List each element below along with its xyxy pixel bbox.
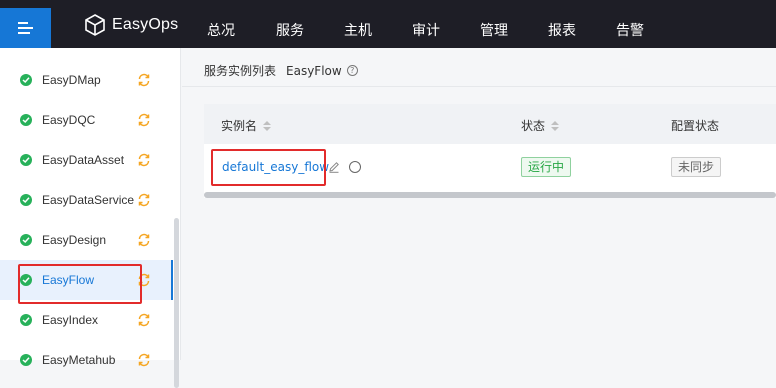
sync-icon[interactable]	[137, 233, 151, 247]
column-header-config-status: 配置状态	[671, 119, 720, 133]
status-badge: 运行中	[521, 157, 572, 177]
sidebar-item-easydqc[interactable]: EasyDQC	[0, 100, 172, 140]
menu-toggle-button[interactable]	[0, 8, 51, 48]
sync-icon[interactable]	[137, 193, 151, 207]
sidebar-item-easydmap[interactable]: EasyDMap	[0, 60, 172, 100]
sort-icon[interactable]	[263, 120, 272, 131]
column-header-instance-name[interactable]: 实例名	[221, 117, 272, 134]
radio-icon[interactable]	[349, 161, 361, 173]
nav-item-host[interactable]: 主机	[344, 20, 372, 40]
nav-item-audit[interactable]: 审计	[412, 20, 440, 40]
sync-icon[interactable]	[137, 73, 151, 87]
check-circle-icon	[20, 114, 32, 126]
sidebar-item-label: EasyDataAsset	[42, 153, 125, 167]
service-sidebar: EasyDMap EasyDQC EasyDataAsset EasyDataS…	[0, 48, 181, 388]
sidebar-item-easydataservice[interactable]: EasyDataService	[0, 180, 172, 220]
nav-item-manage[interactable]: 管理	[480, 20, 508, 40]
sync-icon[interactable]	[137, 153, 151, 167]
sync-icon[interactable]	[137, 353, 151, 367]
table-header: 实例名 状态 配置状态	[204, 104, 776, 144]
sidebar-scrollbar[interactable]	[174, 218, 179, 388]
sync-icon[interactable]	[137, 313, 151, 327]
check-circle-icon	[20, 194, 32, 206]
hamburger-icon	[18, 22, 33, 34]
sidebar-item-easydesign[interactable]: EasyDesign	[0, 220, 172, 260]
nav-item-service[interactable]: 服务	[276, 20, 304, 40]
nav-item-overview[interactable]: 总况	[207, 20, 235, 40]
sync-icon[interactable]	[137, 113, 151, 127]
sidebar-item-label: EasyDQC	[42, 113, 96, 127]
cube-icon	[85, 14, 105, 36]
check-circle-icon	[20, 234, 32, 246]
check-circle-icon	[20, 154, 32, 166]
column-header-status[interactable]: 状态	[521, 117, 560, 134]
top-navigation-bar: EasyOps 总况 服务 主机 审计 管理 报表 告警	[0, 0, 776, 48]
check-circle-icon	[20, 314, 32, 326]
highlight-box-instance	[211, 149, 326, 186]
brand-logo[interactable]: EasyOps	[84, 14, 178, 36]
sidebar-item-label: EasyIndex	[42, 313, 99, 327]
sidebar-item-easyindex[interactable]: EasyIndex	[0, 300, 172, 340]
config-status-badge: 未同步	[671, 157, 722, 177]
sidebar-item-label: EasyDMap	[42, 73, 101, 87]
sort-icon[interactable]	[551, 120, 560, 131]
sidebar-item-label: EasyDesign	[42, 233, 107, 247]
highlight-box-easyflow	[18, 264, 142, 304]
breadcrumb-current: EasyFlow	[286, 63, 342, 78]
nav-item-report[interactable]: 报表	[548, 20, 576, 40]
sidebar-item-label: EasyDataService	[42, 193, 135, 207]
divider	[182, 86, 776, 87]
table-horizontal-scrollbar[interactable]	[204, 192, 776, 198]
brand-name: EasyOps	[112, 16, 179, 33]
check-circle-icon	[20, 74, 32, 86]
edit-icon[interactable]	[328, 161, 340, 173]
breadcrumb-parent[interactable]: 服务实例列表	[204, 62, 276, 79]
sidebar-item-easydataasset[interactable]: EasyDataAsset	[0, 140, 172, 180]
breadcrumb: 服务实例列表 EasyFlow ?	[204, 62, 358, 79]
sidebar-item-easymetahub[interactable]: EasyMetahub	[0, 340, 172, 380]
nav-item-alert[interactable]: 告警	[616, 20, 644, 40]
check-circle-icon	[20, 354, 32, 366]
sidebar-item-label: EasyMetahub	[42, 353, 116, 367]
question-circle-icon[interactable]: ?	[346, 65, 358, 76]
